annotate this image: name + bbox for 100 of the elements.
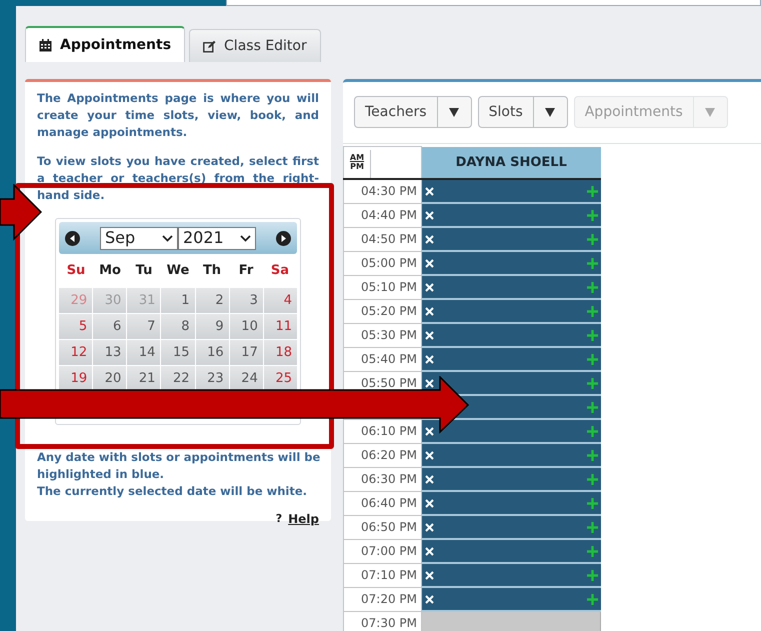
calendar-day[interactable]: 3 xyxy=(230,288,263,313)
time-slot[interactable] xyxy=(422,587,600,611)
calendar-day[interactable]: 10 xyxy=(230,314,263,339)
calendar-day[interactable]: 24 xyxy=(230,366,263,391)
time-label: 06:20 PM xyxy=(361,448,417,462)
help-link[interactable]: Help xyxy=(288,510,319,528)
delete-icon[interactable] xyxy=(425,282,434,292)
calendar-day[interactable]: 21 xyxy=(127,366,160,391)
calendar-day[interactable]: 25 xyxy=(264,366,297,391)
time-slot[interactable] xyxy=(422,299,600,323)
time-slot[interactable] xyxy=(422,491,600,515)
time-label: 04:30 PM xyxy=(361,184,417,198)
delete-icon[interactable] xyxy=(425,306,434,316)
time-slot[interactable] xyxy=(422,347,600,371)
column-header: DAYNA SHOELL xyxy=(422,146,600,179)
delete-icon[interactable] xyxy=(425,546,434,556)
delete-icon[interactable] xyxy=(425,570,434,580)
add-icon[interactable] xyxy=(586,594,598,604)
calendar-day[interactable]: 22 xyxy=(161,366,195,391)
add-icon[interactable] xyxy=(586,234,598,244)
calendar-icon xyxy=(39,38,52,52)
time-slot[interactable] xyxy=(422,323,600,347)
next-month-button[interactable] xyxy=(276,230,291,246)
time-slot[interactable] xyxy=(422,179,600,203)
add-icon[interactable] xyxy=(586,306,598,316)
add-icon[interactable] xyxy=(586,426,598,436)
add-icon[interactable] xyxy=(586,378,598,388)
weekday-label: Sa xyxy=(270,262,290,280)
add-icon[interactable] xyxy=(586,258,598,268)
time-label: 05:40 PM xyxy=(361,352,417,366)
add-icon[interactable] xyxy=(586,450,598,460)
calendar-day[interactable]: 16 xyxy=(196,340,229,365)
delete-icon[interactable] xyxy=(425,258,434,268)
time-slot[interactable] xyxy=(422,539,600,563)
calendar-day[interactable]: 23 xyxy=(196,366,229,391)
calendar-day[interactable]: 4 xyxy=(264,288,297,313)
delete-icon[interactable] xyxy=(425,378,434,388)
add-icon[interactable] xyxy=(586,402,598,412)
dropdown[interactable]: 2021 xyxy=(178,226,256,250)
delete-icon[interactable] xyxy=(425,426,434,436)
chevron-icon xyxy=(240,234,251,242)
time-slot[interactable] xyxy=(422,443,600,467)
calendar-day[interactable]: 2 xyxy=(196,288,229,313)
calendar-day[interactable]: 14 xyxy=(127,340,160,365)
add-icon[interactable] xyxy=(586,210,598,220)
tab[interactable]: Class Editor xyxy=(189,29,321,62)
toolbar-dropdown[interactable]: Slots xyxy=(478,96,568,128)
time-slot[interactable] xyxy=(422,563,600,587)
add-icon[interactable] xyxy=(586,522,598,532)
delete-icon[interactable] xyxy=(425,210,434,220)
calendar-day[interactable]: 13 xyxy=(93,340,126,365)
calendar-day[interactable]: 20 xyxy=(93,366,126,391)
calendar-day[interactable]: 5 xyxy=(59,314,92,339)
toolbar-dropdown[interactable]: Teachers xyxy=(354,96,472,128)
delete-icon[interactable] xyxy=(425,450,434,460)
delete-icon[interactable] xyxy=(425,594,434,604)
calendar-day[interactable]: 9 xyxy=(196,314,229,339)
time-label: 05:20 PM xyxy=(361,304,417,318)
calendar-day[interactable]: 19 xyxy=(59,366,92,391)
help-icon: ? xyxy=(276,510,282,528)
time-slot[interactable] xyxy=(422,275,600,299)
delete-icon[interactable] xyxy=(425,474,434,484)
weekday-label: We xyxy=(166,262,190,280)
time-label: 05:30 PM xyxy=(361,328,417,342)
delete-icon[interactable] xyxy=(425,330,434,340)
time-slot[interactable] xyxy=(422,227,600,251)
delete-icon[interactable] xyxy=(425,186,434,196)
calendar-day[interactable]: 7 xyxy=(127,314,160,339)
calendar-day[interactable]: 17 xyxy=(230,340,263,365)
time-label: 07:30 PM xyxy=(361,616,417,630)
add-icon[interactable] xyxy=(586,570,598,580)
add-icon[interactable] xyxy=(586,498,598,508)
delete-icon[interactable] xyxy=(425,498,434,508)
calendar-day[interactable]: 11 xyxy=(264,314,297,339)
calendar-day[interactable]: 1 xyxy=(161,288,195,313)
add-icon[interactable] xyxy=(586,282,598,292)
add-icon[interactable] xyxy=(586,354,598,364)
info-text: highlighted in blue. xyxy=(37,466,166,483)
time-slot[interactable] xyxy=(422,419,600,443)
calendar-day[interactable]: 15 xyxy=(161,340,195,365)
time-slot[interactable] xyxy=(422,467,600,491)
tab[interactable]: Appointments xyxy=(25,26,186,62)
delete-icon[interactable] xyxy=(425,522,434,532)
previous-month-button[interactable] xyxy=(65,230,80,246)
add-icon[interactable] xyxy=(586,546,598,556)
add-icon[interactable] xyxy=(586,474,598,484)
add-icon[interactable] xyxy=(586,330,598,340)
time-slot[interactable] xyxy=(422,203,600,227)
time-label: 07:10 PM xyxy=(361,568,417,582)
calendar-day[interactable]: 18 xyxy=(264,340,297,365)
calendar-day[interactable]: 8 xyxy=(161,314,195,339)
time-slot[interactable] xyxy=(422,251,600,275)
calendar-day[interactable]: 12 xyxy=(59,340,92,365)
delete-icon[interactable] xyxy=(425,234,434,244)
add-icon[interactable] xyxy=(586,186,598,196)
time-slot[interactable] xyxy=(422,515,600,539)
time-label: 05:10 PM xyxy=(361,280,417,294)
calendar-day[interactable]: 6 xyxy=(93,314,126,339)
dropdown[interactable]: Sep xyxy=(100,226,178,250)
delete-icon[interactable] xyxy=(425,354,434,364)
